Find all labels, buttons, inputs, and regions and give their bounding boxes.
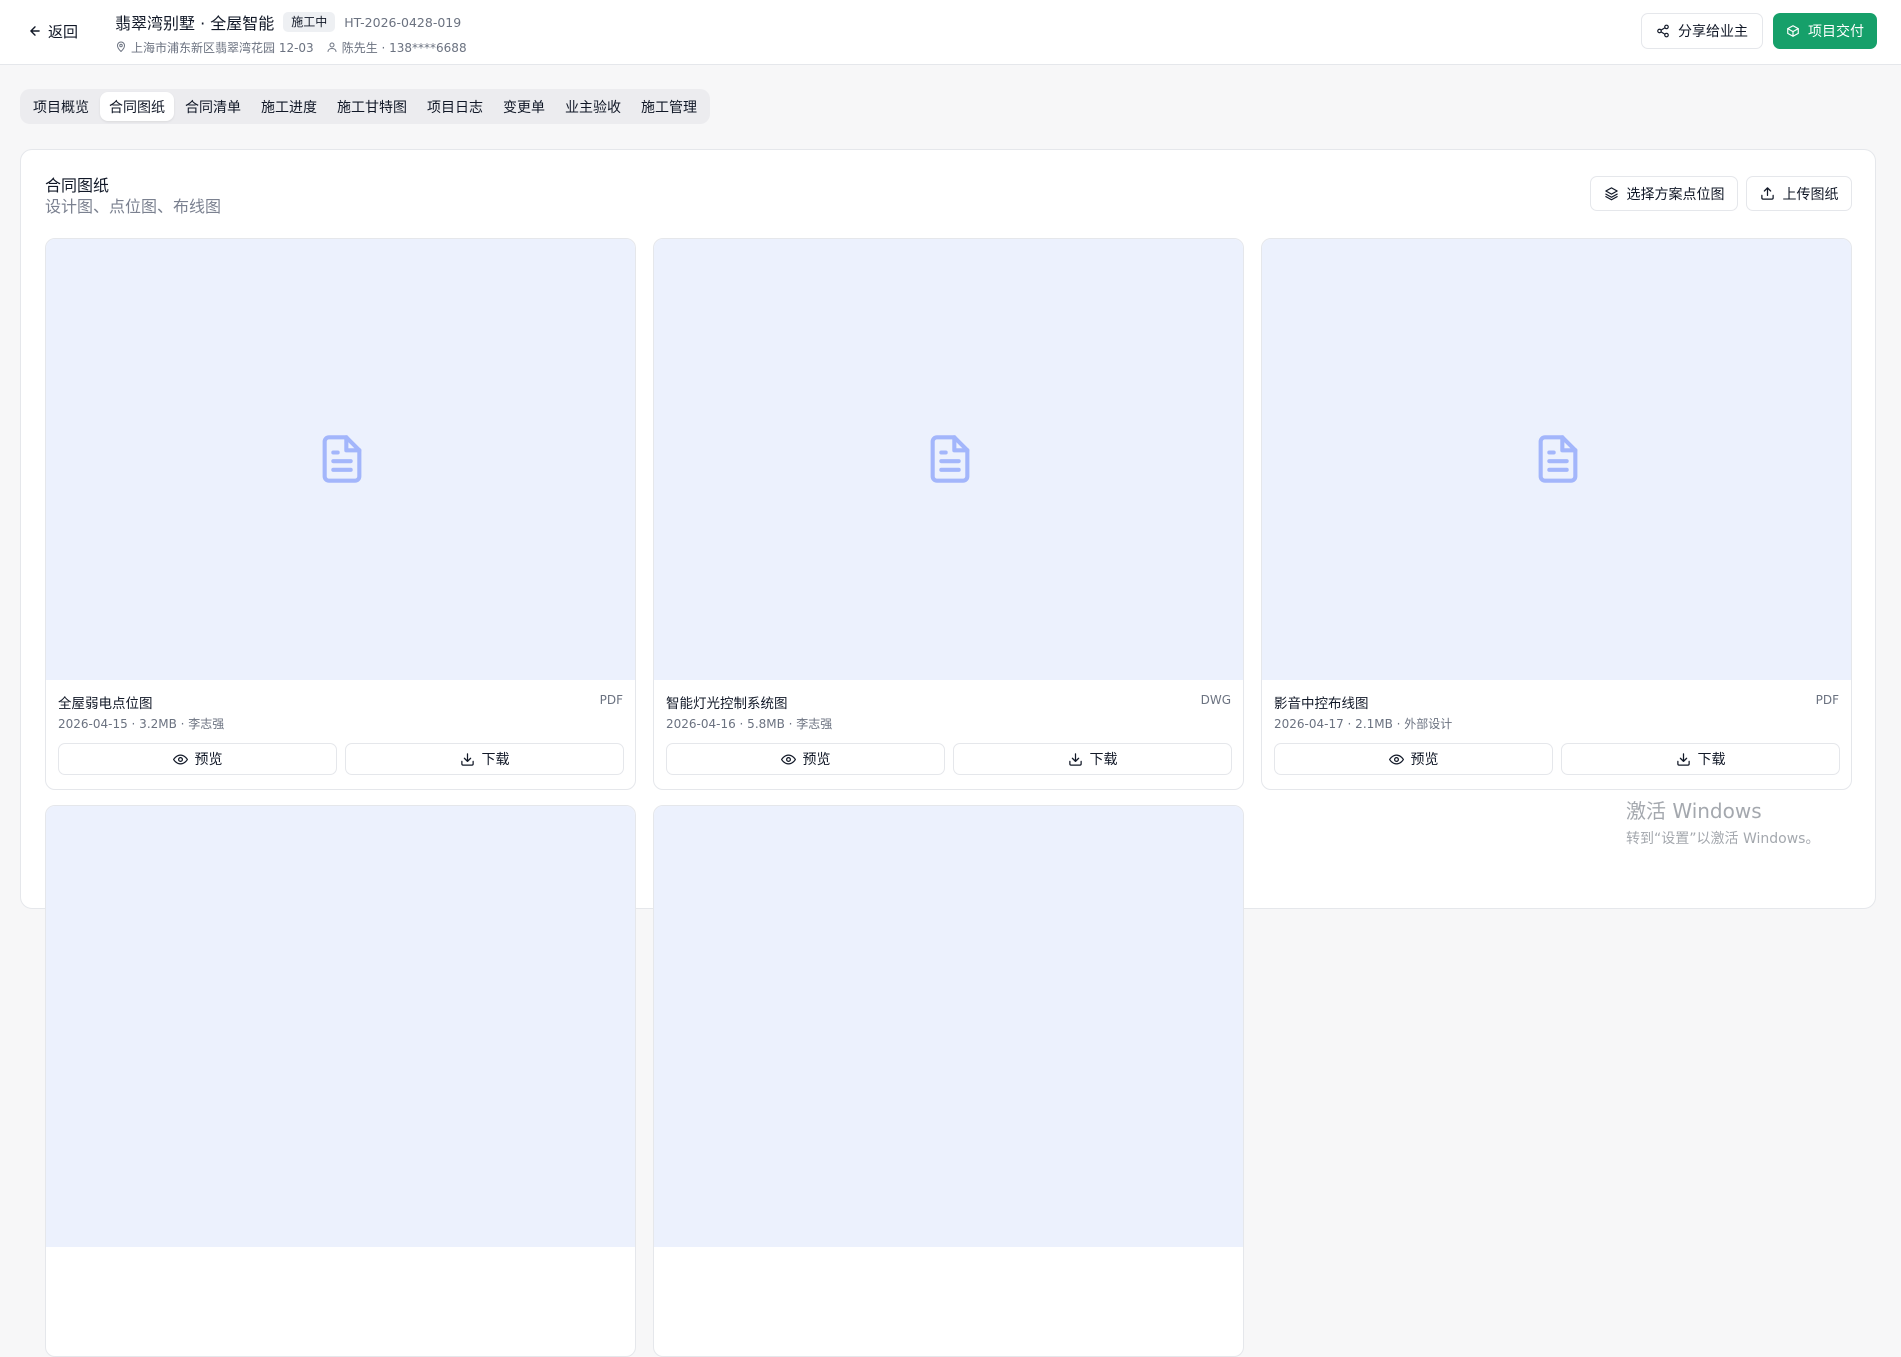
download-button[interactable]: 下载 bbox=[345, 743, 624, 775]
tab-contract-drawings[interactable]: 合同图纸 bbox=[100, 92, 174, 121]
file-text-icon bbox=[1538, 435, 1578, 483]
file-name: 全屋弱电点位图 bbox=[58, 696, 153, 712]
tab-progress[interactable]: 施工进度 bbox=[252, 92, 326, 121]
preview-button[interactable]: 预览 bbox=[1274, 743, 1553, 775]
drawing-preview[interactable] bbox=[654, 239, 1243, 680]
drawing-preview[interactable] bbox=[654, 806, 1243, 1247]
drawing-card: 全屋弱电点位图 PDF 2026-04-15 · 3.2MB · 李志强 预览 … bbox=[45, 238, 636, 790]
drawings-panel: 合同图纸 设计图、点位图、布线图 选择方案点位图 上传图纸 全屋弱电点位图 PD… bbox=[20, 149, 1876, 1357]
download-button[interactable]: 下载 bbox=[1561, 743, 1840, 775]
file-meta: 2026-04-16 · 5.8MB · 李志强 bbox=[666, 717, 833, 731]
preview-label: 预览 bbox=[194, 752, 223, 768]
download-label: 下载 bbox=[1697, 752, 1726, 768]
file-name: 智能灯光控制系统图 bbox=[666, 696, 788, 712]
watermark-subtitle: 转到“设置”以激活 Windows。 bbox=[1626, 831, 1820, 847]
windows-activation-watermark: 激活 Windows 转到“设置”以激活 Windows。 bbox=[1626, 798, 1819, 848]
download-button[interactable]: 下载 bbox=[953, 743, 1232, 775]
layers-icon bbox=[1604, 187, 1618, 201]
file-text-icon bbox=[322, 435, 362, 483]
tab-change-orders[interactable]: 变更单 bbox=[494, 92, 554, 121]
eye-icon bbox=[780, 754, 796, 764]
file-type: DWG bbox=[1200, 693, 1231, 707]
download-label: 下载 bbox=[1089, 752, 1118, 768]
download-icon bbox=[1676, 752, 1690, 766]
user-icon bbox=[327, 42, 337, 52]
upload-drawing-button[interactable]: 上传图纸 bbox=[1746, 176, 1852, 211]
section-subtitle: 设计图、点位图、布线图 bbox=[45, 197, 222, 216]
select-label: 选择方案点位图 bbox=[1626, 186, 1725, 203]
tab-project-log[interactable]: 项目日志 bbox=[418, 92, 492, 121]
tab-contract-list[interactable]: 合同清单 bbox=[176, 92, 250, 121]
project-title: 翡翠湾别墅 · 全屋智能 bbox=[115, 14, 275, 33]
back-button[interactable]: 返回 bbox=[28, 20, 78, 42]
back-label: 返回 bbox=[48, 22, 79, 41]
deliver-label: 项目交付 bbox=[1808, 24, 1864, 40]
address: 上海市浦东新区翡翠湾花园 12-03 bbox=[115, 39, 314, 56]
download-icon bbox=[1068, 752, 1082, 766]
client: 陈先生 · 138****6688 bbox=[326, 39, 467, 56]
arrow-left-icon bbox=[30, 26, 40, 36]
project-delivery-button[interactable]: 项目交付 bbox=[1773, 13, 1877, 49]
drawing-card: 影音中控布线图 PDF 2026-04-17 · 2.1MB · 外部设计 预览… bbox=[1261, 238, 1852, 790]
drawing-card-partial bbox=[653, 805, 1244, 1357]
share-to-owner-button[interactable]: 分享给业主 bbox=[1641, 13, 1763, 49]
tab-owner-acceptance[interactable]: 业主验收 bbox=[556, 92, 630, 121]
select-scheme-points-button[interactable]: 选择方案点位图 bbox=[1590, 176, 1738, 211]
project-header: 翡翠湾别墅 · 全屋智能 施工中 HT-2026-0428-019 上海市浦东新… bbox=[115, 10, 467, 55]
upload-icon bbox=[1760, 187, 1774, 200]
file-type: PDF bbox=[1815, 693, 1839, 707]
top-header: 返回 翡翠湾别墅 · 全屋智能 施工中 HT-2026-0428-019 上海市… bbox=[0, 0, 1901, 65]
tab-overview[interactable]: 项目概览 bbox=[24, 92, 98, 121]
drawing-preview[interactable] bbox=[46, 239, 635, 680]
preview-label: 预览 bbox=[1410, 752, 1439, 768]
drawing-preview[interactable] bbox=[1262, 239, 1851, 680]
file-text-icon bbox=[930, 435, 970, 483]
client-text: 陈先生 · 138****6688 bbox=[341, 40, 467, 55]
download-label: 下载 bbox=[481, 752, 510, 768]
tab-bar: 项目概览 合同图纸 合同清单 施工进度 施工甘特图 项目日志 变更单 业主验收 … bbox=[20, 89, 710, 124]
drawing-card-partial bbox=[45, 805, 636, 1357]
download-icon bbox=[460, 752, 474, 766]
address-text: 上海市浦东新区翡翠湾花园 12-03 bbox=[131, 40, 314, 55]
status-badge: 施工中 bbox=[283, 12, 336, 32]
file-meta: 2026-04-17 · 2.1MB · 外部设计 bbox=[1274, 717, 1453, 731]
file-name: 影音中控布线图 bbox=[1274, 696, 1369, 712]
drawing-card: 智能灯光控制系统图 DWG 2026-04-16 · 5.8MB · 李志强 预… bbox=[653, 238, 1244, 790]
drawing-preview[interactable] bbox=[46, 806, 635, 1247]
eye-icon bbox=[1388, 754, 1404, 764]
preview-button[interactable]: 预览 bbox=[58, 743, 337, 775]
preview-button[interactable]: 预览 bbox=[666, 743, 945, 775]
contract-number: HT-2026-0428-019 bbox=[344, 14, 462, 30]
tab-construction-management[interactable]: 施工管理 bbox=[632, 92, 706, 121]
upload-label: 上传图纸 bbox=[1782, 186, 1839, 203]
watermark-title: 激活 Windows bbox=[1626, 799, 1762, 823]
map-pin-icon bbox=[117, 41, 125, 52]
package-icon bbox=[1787, 25, 1799, 37]
share-icon bbox=[1657, 24, 1669, 38]
share-label: 分享给业主 bbox=[1678, 24, 1748, 40]
file-meta: 2026-04-15 · 3.2MB · 李志强 bbox=[58, 717, 225, 731]
tab-gantt[interactable]: 施工甘特图 bbox=[328, 92, 416, 121]
eye-icon bbox=[172, 754, 188, 764]
preview-label: 预览 bbox=[802, 752, 831, 768]
file-type: PDF bbox=[599, 693, 623, 707]
